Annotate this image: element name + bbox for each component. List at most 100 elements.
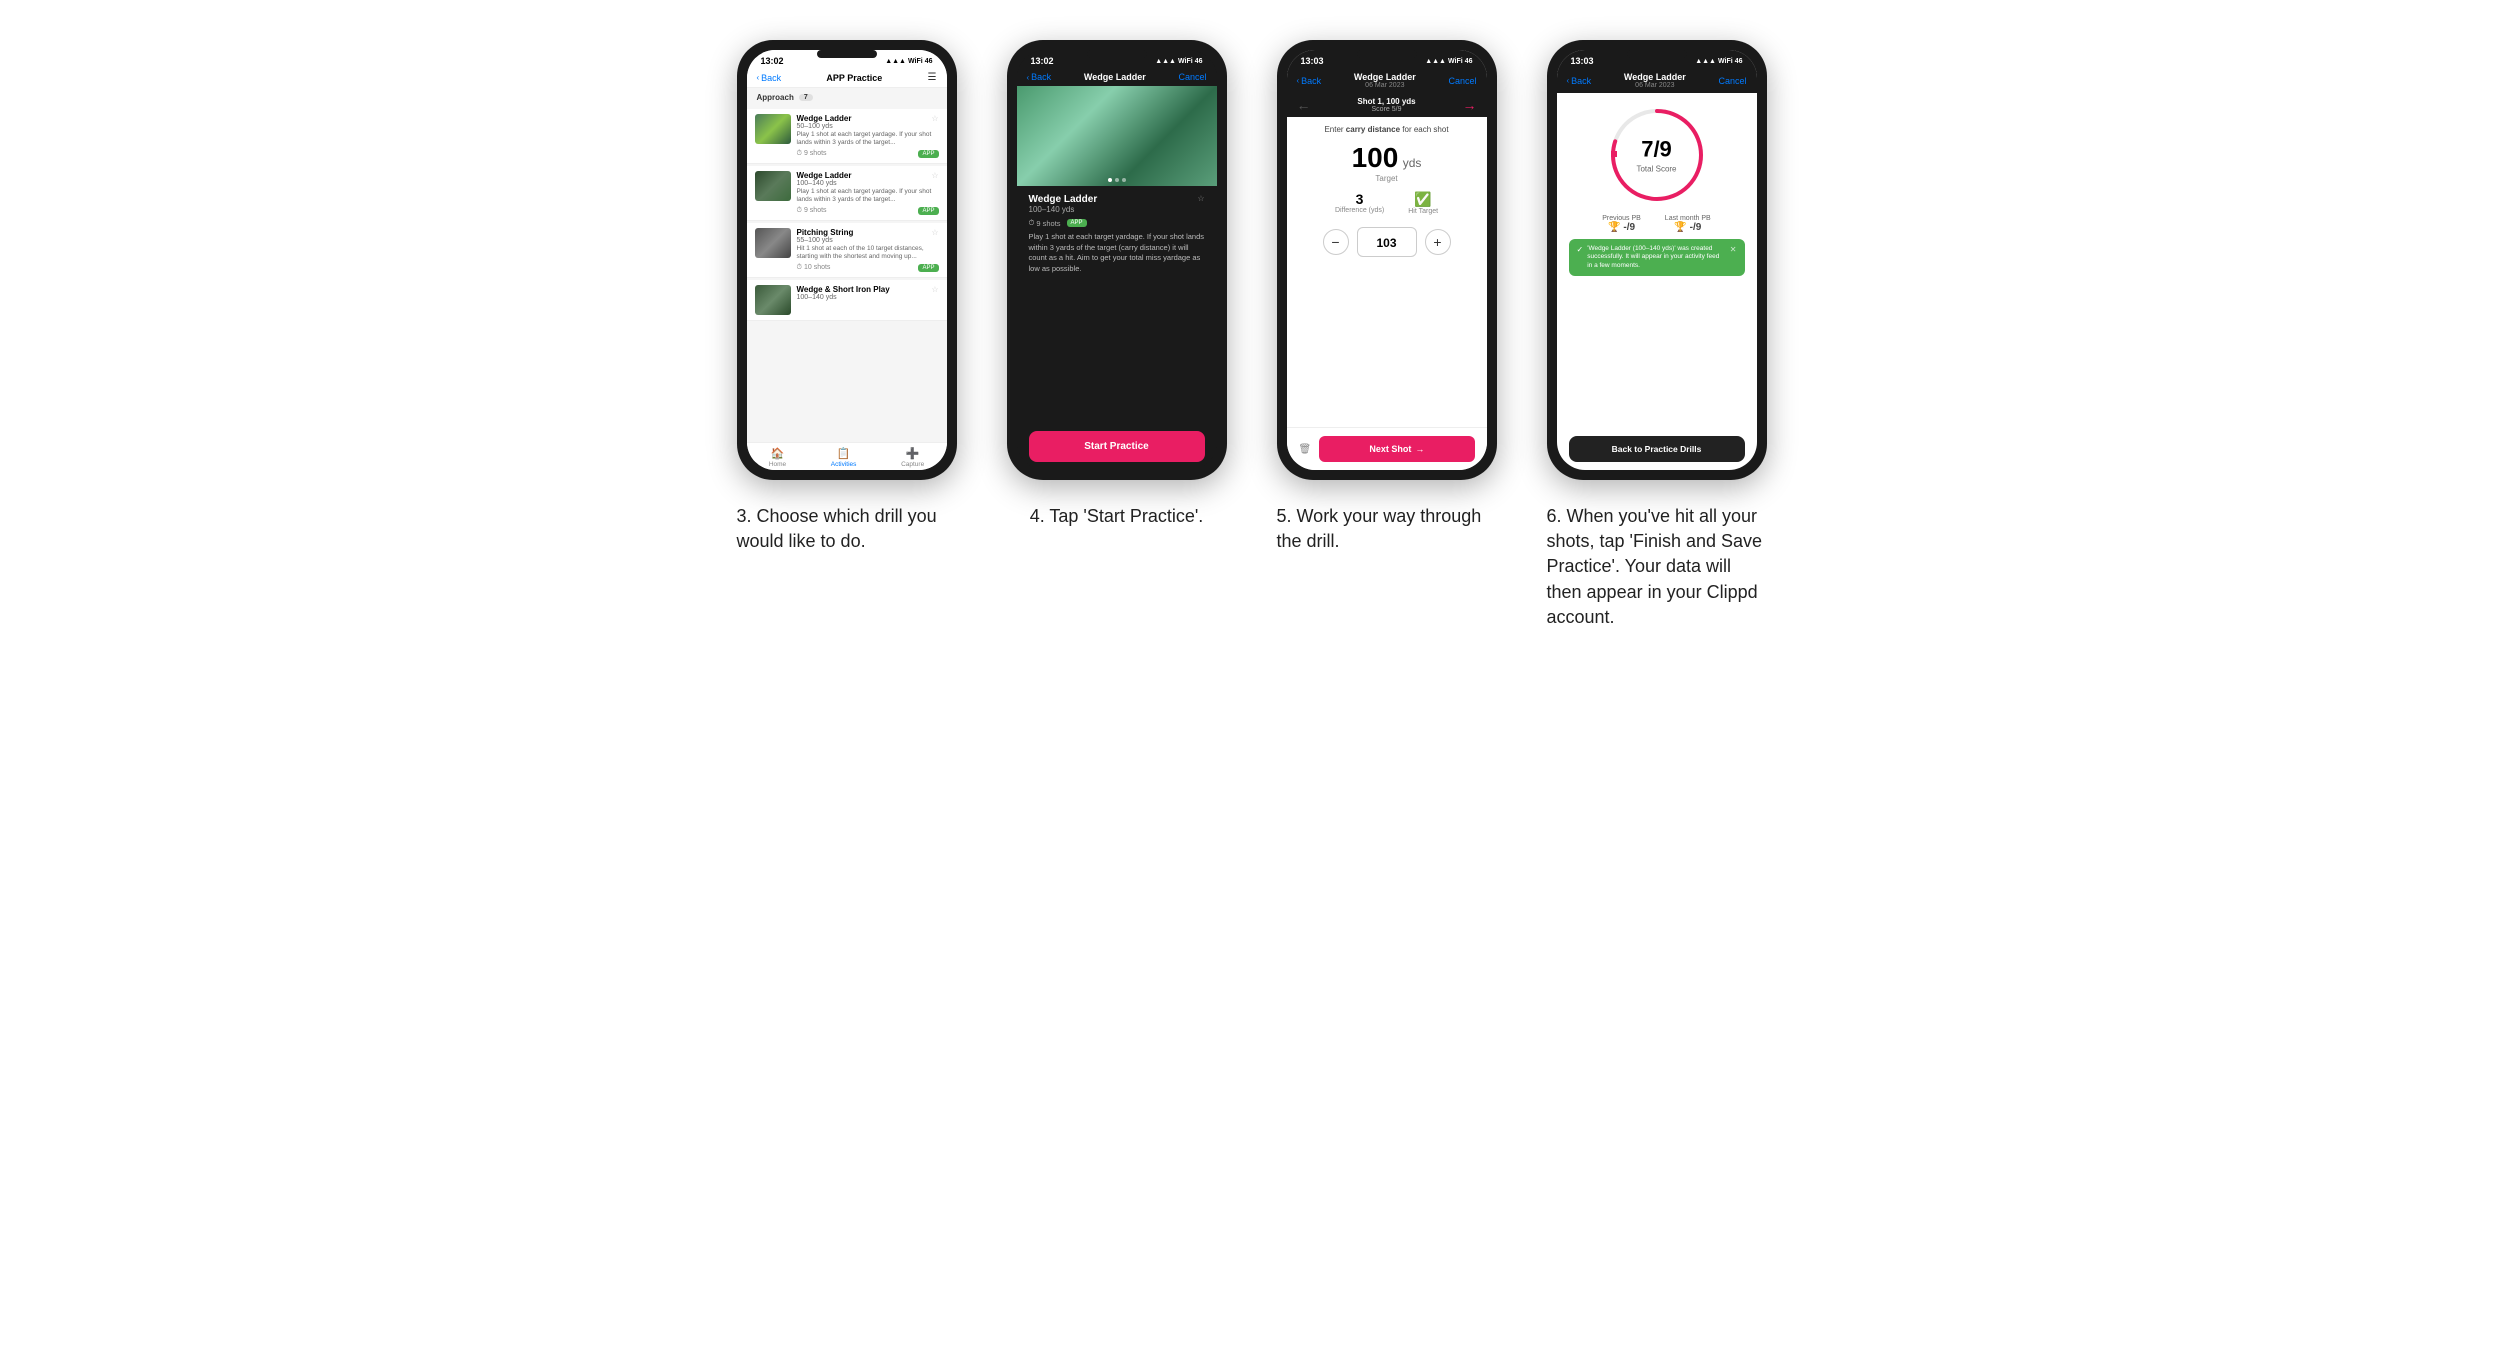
difference-value: 3 — [1335, 191, 1384, 207]
time-2: 13:02 — [1031, 56, 1054, 66]
drill-info-4: Wedge & Short Iron Play 100–140 yds ☆ — [797, 285, 939, 301]
shots-label-3: ⏱ 10 shots — [797, 264, 831, 272]
star-icon-4[interactable]: ☆ — [931, 285, 938, 294]
back-button-4[interactable]: ‹ Back — [1567, 76, 1592, 86]
list-item[interactable]: Wedge Ladder 50–100 yds ☆ Play 1 shot at… — [747, 109, 947, 164]
cancel-button-2[interactable]: Cancel — [1178, 72, 1206, 82]
shot-value-input[interactable]: 103 — [1357, 227, 1417, 257]
target-label: Target — [1299, 174, 1475, 183]
notch-3 — [1357, 50, 1417, 58]
shot-title-center: Shot 1, 100 yds Score 5/9 — [1357, 97, 1415, 113]
dot-3 — [1122, 178, 1126, 182]
shots-label-2: ⏱ 9 shots — [797, 207, 827, 215]
back-label-4: Back — [1571, 76, 1591, 86]
score-sub: Total Score — [1636, 165, 1676, 174]
drill-range-3: 55–100 yds — [797, 237, 854, 244]
difference-stat: 3 Difference (yds) — [1335, 191, 1384, 215]
star-icon-1[interactable]: ☆ — [931, 114, 938, 123]
signal-icon-1: ▲▲▲ — [885, 58, 906, 65]
decrement-button[interactable]: − — [1323, 229, 1349, 255]
drill-image-2 — [1017, 86, 1217, 186]
drill-thumb-3 — [755, 228, 791, 258]
drill-desc-3: Hit 1 shot at each of the 10 target dist… — [797, 245, 939, 262]
tab-capture-label: Capture — [901, 461, 924, 468]
drill-info-2: Wedge Ladder 100–140 yds ☆ Play 1 shot a… — [797, 171, 939, 215]
phone-screen-4: 13:03 ▲▲▲ WiFi 46 ‹ Back Wedge Ladder 06… — [1557, 50, 1757, 470]
next-shot-bar: 🗑 Next Shot → — [1287, 427, 1487, 470]
drill-name-1: Wedge Ladder — [797, 114, 852, 123]
battery-icon-4: 46 — [1735, 58, 1743, 65]
notch-1 — [817, 50, 877, 58]
back-to-drills-button[interactable]: Back to Practice Drills — [1569, 436, 1745, 462]
score-text: 7/9 Total Score — [1636, 137, 1676, 174]
start-practice-button[interactable]: Start Practice — [1029, 431, 1205, 462]
prev-pb-val: 🏆 -/9 — [1602, 222, 1641, 233]
phone-column-3: 13:03 ▲▲▲ WiFi 46 ‹ Back Wedge Ladder — [1267, 40, 1507, 554]
drill-meta-3: ⏱ 10 shots APP — [797, 264, 939, 272]
nav-title-1: APP Practice — [826, 73, 882, 83]
status-icons-4: ▲▲▲ WiFi 46 — [1695, 58, 1742, 65]
next-shot-label: Next Shot — [1369, 444, 1411, 454]
drill-header-1: Wedge Ladder 50–100 yds ☆ — [797, 114, 939, 130]
caption-2: 4. Tap 'Start Practice'. — [1030, 504, 1204, 529]
status-icons-2: ▲▲▲ WiFi 46 — [1155, 58, 1202, 65]
signal-icon-2: ▲▲▲ — [1155, 58, 1176, 65]
detail-shots-row-2: ⏱ 9 shots APP — [1029, 218, 1205, 228]
toast-text: 'Wedge Ladder (100–140 yds)' was created… — [1587, 245, 1726, 270]
list-item[interactable]: Pitching String 55–100 yds ☆ Hit 1 shot … — [747, 223, 947, 278]
next-arrow[interactable]: → — [1463, 97, 1477, 113]
drill-name-4: Wedge & Short Iron Play — [797, 285, 890, 294]
cancel-button-3[interactable]: Cancel — [1448, 76, 1476, 86]
phone-screen-1: 13:02 ▲▲▲ WiFi 46 ‹ Back APP Practice ☰ — [747, 50, 947, 470]
next-shot-button[interactable]: Next Shot → — [1319, 436, 1474, 462]
dot-2 — [1115, 178, 1119, 182]
increment-button[interactable]: + — [1425, 229, 1451, 255]
back-button-2[interactable]: ‹ Back — [1027, 72, 1052, 82]
phone-screen-2: 13:02 ▲▲▲ WiFi 46 ‹ Back Wedge Ladder Ca… — [1017, 50, 1217, 470]
menu-icon-1[interactable]: ☰ — [928, 72, 937, 83]
list-item[interactable]: Wedge & Short Iron Play 100–140 yds ☆ — [747, 280, 947, 321]
time-3: 13:03 — [1301, 56, 1324, 66]
back-button-3[interactable]: ‹ Back — [1297, 76, 1322, 86]
hit-target-label: Hit Target — [1408, 208, 1438, 215]
drill-name-3: Pitching String — [797, 228, 854, 237]
tab-activities[interactable]: 📋 Activities — [831, 447, 857, 468]
prev-pb-label: Previous PB — [1602, 215, 1641, 222]
wifi-icon-4: WiFi — [1718, 58, 1733, 65]
drill-range-4: 100–140 yds — [797, 294, 890, 301]
phone-column-1: 13:02 ▲▲▲ WiFi 46 ‹ Back APP Practice ☰ — [727, 40, 967, 554]
drill-header-4: Wedge & Short Iron Play 100–140 yds ☆ — [797, 285, 939, 301]
app-badge-1: APP — [918, 150, 938, 158]
toast-close-button[interactable]: ✕ — [1730, 245, 1737, 254]
status-icons-3: ▲▲▲ WiFi 46 — [1425, 58, 1472, 65]
app-badge-3: APP — [918, 264, 938, 272]
input-row: − 103 + — [1299, 227, 1475, 257]
back-label-1: Back — [761, 73, 781, 83]
drill-detail-content-2: Wedge Ladder 100–140 yds ☆ ⏱ 9 shots APP… — [1017, 186, 1217, 423]
tab-capture[interactable]: ➕ Capture — [901, 447, 924, 468]
drill-info-1: Wedge Ladder 50–100 yds ☆ Play 1 shot at… — [797, 114, 939, 158]
star-icon-2[interactable]: ☆ — [931, 171, 938, 180]
drill-thumb-2 — [755, 171, 791, 201]
prev-arrow[interactable]: ← — [1297, 97, 1311, 113]
hit-target-icon: ✅ — [1408, 191, 1438, 208]
cancel-button-4[interactable]: Cancel — [1718, 76, 1746, 86]
drill-thumb-4 — [755, 285, 791, 315]
signal-icon-4: ▲▲▲ — [1695, 58, 1716, 65]
target-unit: yds — [1403, 156, 1422, 170]
chevron-icon-1: ‹ — [757, 73, 760, 82]
target-yds: 100 — [1352, 142, 1399, 173]
phone-frame-4: 13:03 ▲▲▲ WiFi 46 ‹ Back Wedge Ladder 06… — [1547, 40, 1767, 480]
back-button-1[interactable]: ‹ Back — [757, 73, 782, 83]
star-icon-3[interactable]: ☆ — [931, 228, 938, 237]
list-item[interactable]: Wedge Ladder 100–140 yds ☆ Play 1 shot a… — [747, 166, 947, 221]
delete-icon[interactable]: 🗑 — [1299, 444, 1312, 455]
enter-carry-label: Enter carry distance for each shot — [1299, 125, 1475, 134]
tab-home[interactable]: 🏠 Home — [769, 447, 786, 468]
difference-label: Difference (yds) — [1335, 207, 1384, 214]
drill-meta-1: ⏱ 9 shots APP — [797, 150, 939, 158]
shot-nav-3: ← Shot 1, 100 yds Score 5/9 → — [1287, 93, 1487, 117]
drill-range-2: 100–140 yds — [797, 180, 852, 187]
phone-screen-3: 13:03 ▲▲▲ WiFi 46 ‹ Back Wedge Ladder — [1287, 50, 1487, 470]
star-icon-d2[interactable]: ☆ — [1197, 194, 1204, 203]
